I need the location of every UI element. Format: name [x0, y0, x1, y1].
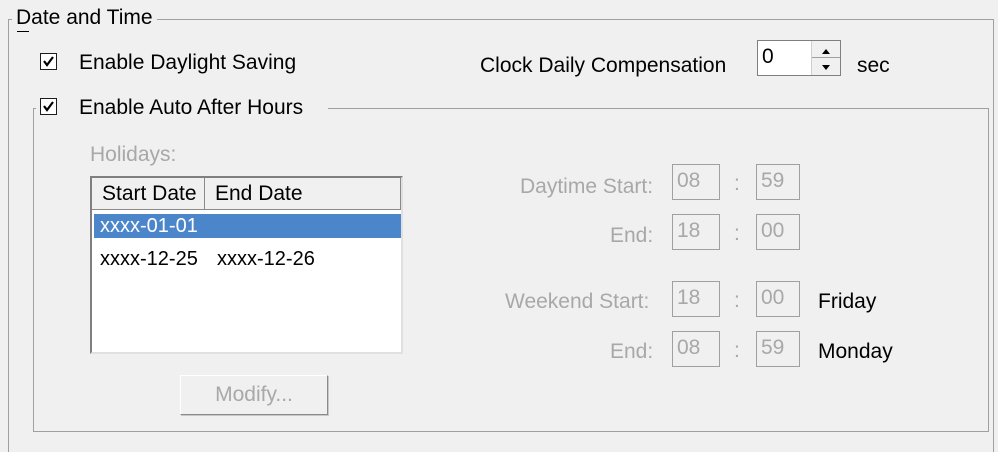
time-separator: : — [734, 339, 740, 362]
arrow-up-icon — [822, 49, 830, 54]
column-header-end-date[interactable]: End Date — [205, 178, 401, 210]
column-header-end-date-text: End Date — [215, 182, 303, 205]
date-time-title-underline — [17, 31, 29, 32]
weekend-start-minute-value: 00 — [761, 286, 785, 309]
daytime-end-hour-value: 18 — [677, 219, 701, 242]
checkmark-icon — [43, 101, 54, 112]
weekend-end-label: End: — [610, 340, 654, 363]
holiday-start-date: xxxx-01-01 — [100, 215, 198, 237]
compensation-spinbox[interactable]: 0 — [757, 40, 841, 76]
holiday-row[interactable]: xxxx-01-01 — [94, 214, 401, 238]
time-separator: : — [734, 289, 740, 312]
spin-up-button[interactable] — [812, 41, 840, 58]
spin-down-button[interactable] — [812, 58, 840, 75]
weekend-end-minute-value: 59 — [761, 336, 785, 359]
compensation-unit: sec — [857, 54, 890, 77]
daytime-end-hour-field[interactable]: 18 — [672, 214, 720, 250]
modify-button[interactable]: Modify... — [180, 375, 328, 415]
weekend-start-minute-field[interactable]: 00 — [756, 281, 800, 317]
weekend-start-label: Weekend Start: — [505, 290, 650, 313]
holidays-label: Holidays: — [90, 143, 177, 166]
weekend-start-hour-field[interactable]: 18 — [672, 281, 720, 317]
auto-after-hours-label[interactable]: Enable Auto After Hours — [79, 96, 303, 120]
daytime-start-minute-value: 59 — [761, 169, 785, 192]
time-separator: : — [734, 172, 740, 195]
checkmark-icon — [43, 56, 54, 67]
daytime-end-minute-field[interactable]: 00 — [756, 214, 800, 250]
daylight-saving-checkbox[interactable] — [40, 53, 57, 70]
weekend-start-hour-value: 18 — [677, 286, 701, 309]
daytime-end-minute-value: 00 — [761, 219, 785, 242]
weekend-end-hour-field[interactable]: 08 — [672, 331, 720, 367]
column-header-start-date-text: Start Date — [102, 182, 197, 205]
holidays-listview[interactable]: Start Date End Date xxxx-01-01 xxxx-12-2… — [90, 176, 403, 354]
daytime-start-label: Daytime Start: — [520, 175, 654, 198]
weekend-end-hour-value: 08 — [677, 336, 701, 359]
column-header-start-date[interactable]: Start Date — [92, 178, 205, 210]
weekend-start-day: Friday — [818, 290, 877, 313]
daytime-start-minute-field[interactable]: 59 — [756, 164, 800, 200]
daylight-saving-label[interactable]: Enable Daylight Saving — [79, 51, 296, 75]
daytime-end-label: End: — [610, 224, 654, 247]
auto-after-hours-checkbox[interactable] — [40, 98, 57, 115]
compensation-spin-buttons — [811, 41, 840, 75]
compensation-value[interactable]: 0 — [762, 43, 774, 71]
date-time-title-text: Date and Time — [16, 6, 153, 29]
daytime-start-hour-value: 08 — [677, 169, 701, 192]
weekend-end-day: Monday — [818, 340, 893, 363]
arrow-down-icon — [822, 65, 830, 70]
compensation-label: Clock Daily Compensation — [480, 54, 727, 77]
weekend-end-minute-field[interactable]: 59 — [756, 331, 800, 367]
modify-button-label: Modify... — [215, 383, 293, 406]
daytime-start-hour-field[interactable]: 08 — [672, 164, 720, 200]
holiday-end-date: xxxx-12-26 — [217, 248, 315, 270]
holiday-start-date: xxxx-12-25 — [100, 248, 198, 270]
holiday-row[interactable]: xxxx-12-25 xxxx-12-26 — [94, 247, 401, 271]
date-time-group-title: Date and Time — [12, 6, 157, 30]
time-separator: : — [734, 222, 740, 245]
